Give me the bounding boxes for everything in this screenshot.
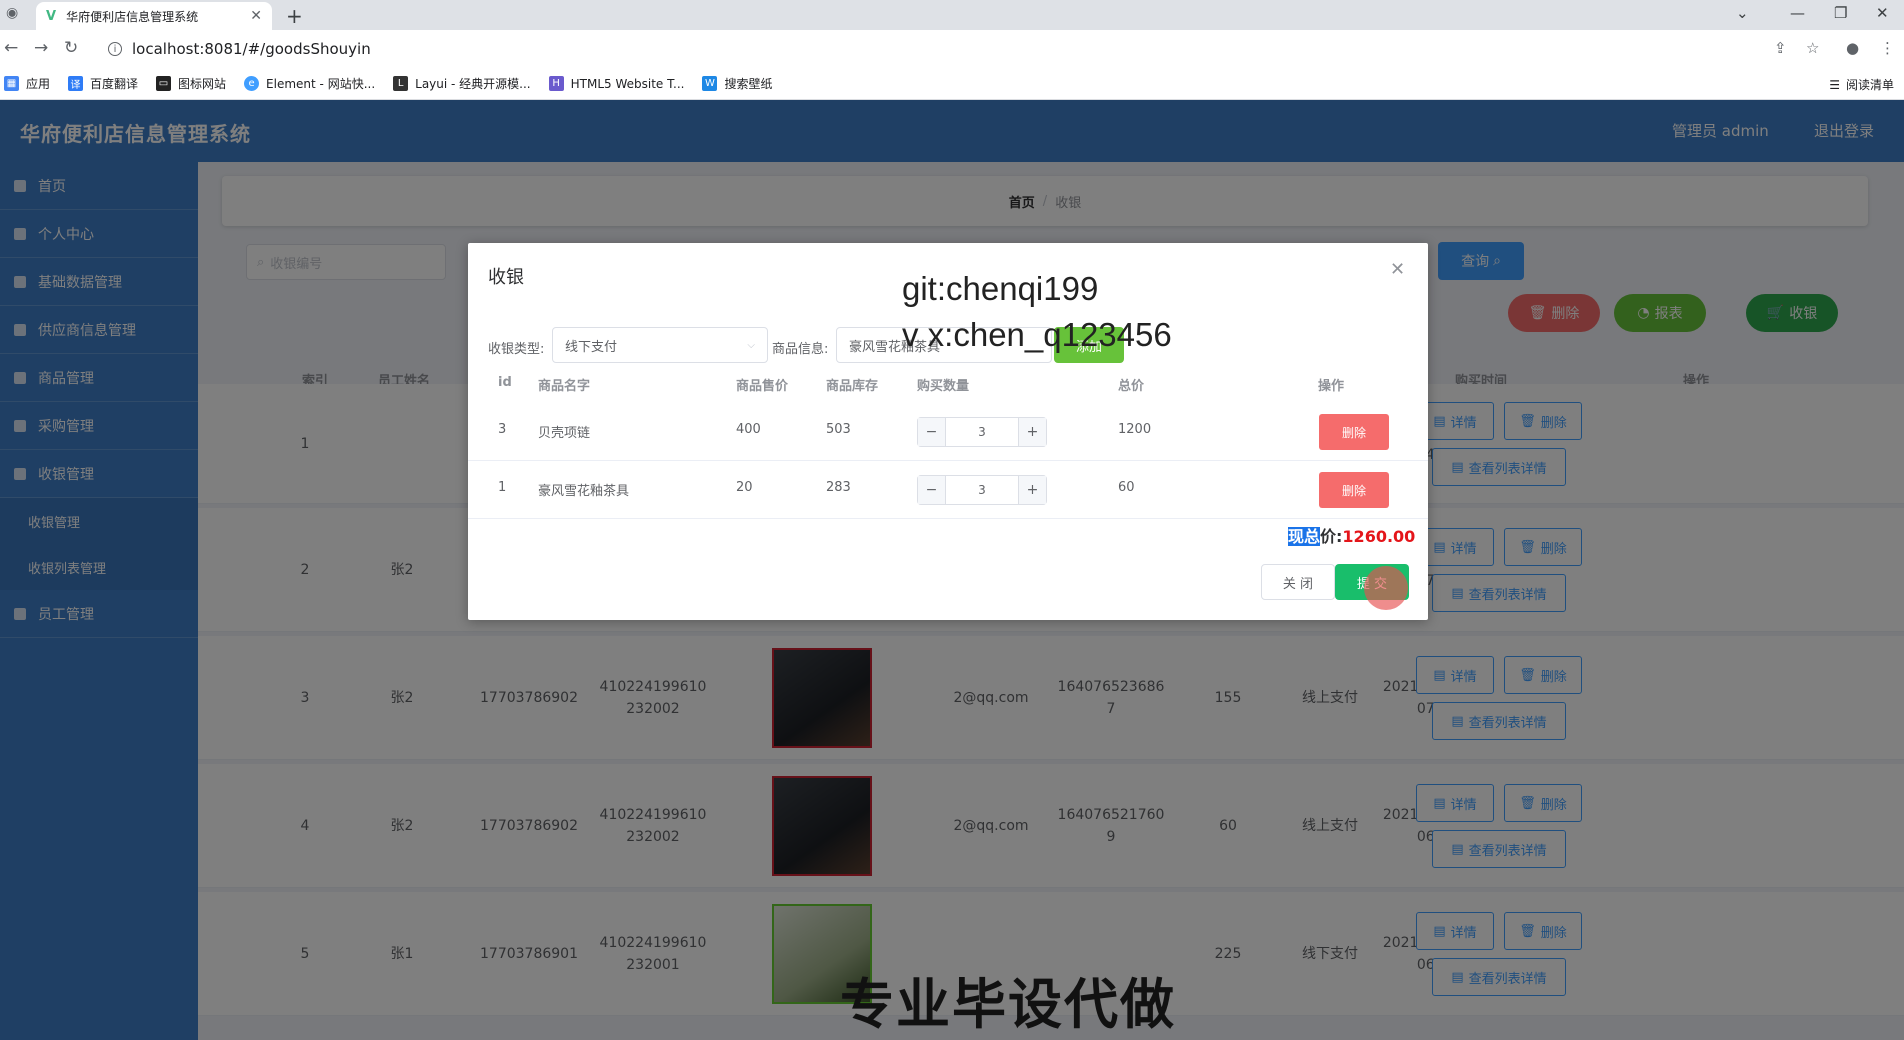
tab-list-chevron-icon[interactable]: ⌄ bbox=[1736, 4, 1749, 22]
share-icon[interactable]: ⇪ bbox=[1774, 39, 1787, 57]
col-price: 商品售价 bbox=[736, 379, 789, 394]
forward-icon[interactable]: → bbox=[34, 38, 48, 58]
bookmark-label: 图标网站 bbox=[178, 77, 227, 91]
remove-item-button[interactable]: 删除 bbox=[1319, 414, 1389, 450]
cart-total: 1200 bbox=[1118, 422, 1152, 437]
browser-tab[interactable]: V 华府便利店信息管理系统 ✕ bbox=[36, 2, 272, 30]
cart-total: 60 bbox=[1118, 480, 1135, 495]
site-info-icon[interactable]: i bbox=[108, 42, 122, 56]
cart-row: 1 豪风雪花釉茶具 20 283 − 3 + 60 删除 bbox=[468, 461, 1428, 519]
bookmark-label: Layui - 经典开源模... bbox=[415, 77, 531, 91]
profile-icon[interactable]: ● bbox=[1846, 39, 1859, 57]
cart-row: 3 贝壳项链 400 503 − 3 + 1200 删除 bbox=[468, 403, 1428, 461]
plus-icon[interactable]: + bbox=[1018, 476, 1046, 504]
icon-site-icon: ▭ bbox=[156, 76, 172, 91]
qty-stepper[interactable]: − 3 + bbox=[917, 475, 1047, 505]
goods-label: 商品信息: bbox=[772, 342, 829, 357]
total-prefix-highlight: 现总 bbox=[1288, 527, 1321, 546]
mouse-cursor-indicator bbox=[1364, 566, 1408, 610]
bookmark-apps[interactable]: ▦ 应用 bbox=[4, 75, 50, 92]
cart-price: 400 bbox=[736, 422, 761, 437]
bookmark-baidu-translate[interactable]: 译百度翻译 bbox=[68, 75, 138, 92]
remove-item-button[interactable]: 删除 bbox=[1319, 472, 1389, 508]
browser-tabstrip: ◉ V 华府便利店信息管理系统 ✕ + ⌄ — ❐ ✕ bbox=[0, 0, 1904, 30]
col-goods-name: 商品名字 bbox=[538, 379, 591, 394]
cart-stock: 283 bbox=[826, 480, 851, 495]
bookmark-label: HTML5 Website T... bbox=[570, 76, 685, 91]
pay-type-label: 收银类型: bbox=[488, 342, 545, 357]
pay-type-value: 线下支付 bbox=[565, 339, 618, 355]
col-stock: 商品库存 bbox=[826, 379, 879, 394]
cart-goods-name: 豪风雪花釉茶具 bbox=[538, 484, 630, 499]
bookmark-star-icon[interactable]: ☆ bbox=[1806, 39, 1819, 57]
address-bar: ← → ↻ i localhost:8081/#/goodsShouyin ⇪ … bbox=[0, 30, 1904, 68]
dialog-title: 收银 bbox=[488, 267, 524, 288]
bookmark-label: Element - 网站快... bbox=[266, 77, 376, 91]
col-id: id bbox=[498, 375, 512, 390]
close-button[interactable]: 关 闭 bbox=[1261, 564, 1335, 600]
dialog-close-icon[interactable]: ✕ bbox=[1390, 259, 1405, 280]
plus-icon[interactable]: + bbox=[1018, 418, 1046, 446]
col-qty: 购买数量 bbox=[917, 379, 970, 394]
cart-id: 3 bbox=[498, 422, 507, 437]
tab-title: 华府便利店信息管理系统 bbox=[66, 9, 199, 24]
back-icon[interactable]: ← bbox=[4, 38, 18, 58]
pay-type-select[interactable]: 线下支付 ⌵ bbox=[552, 327, 768, 363]
apps-grid-icon: ▦ bbox=[4, 76, 19, 91]
cart-price: 20 bbox=[736, 480, 753, 495]
cart-id: 1 bbox=[498, 480, 507, 495]
minus-icon[interactable]: − bbox=[918, 476, 946, 504]
total-amount: 1260.00 bbox=[1342, 527, 1416, 546]
close-tab-icon[interactable]: ✕ bbox=[250, 8, 262, 24]
qty-value[interactable]: 3 bbox=[946, 418, 1018, 446]
reload-icon[interactable]: ↻ bbox=[64, 38, 78, 58]
layui-logo-icon: L bbox=[393, 76, 409, 91]
window-close-icon[interactable]: ✕ bbox=[1876, 4, 1889, 22]
qty-value[interactable]: 3 bbox=[946, 476, 1018, 504]
grand-total: 现总价:1260.00 bbox=[1288, 523, 1415, 547]
new-tab-icon[interactable]: + bbox=[286, 4, 303, 28]
bookmarks-bar: ▦ 应用 译百度翻译 ▭ 图标网站 e Element - 网站快... L Layui… bbox=[0, 68, 1904, 100]
watermark-bottom: 专业毕设代做 bbox=[840, 973, 1176, 1036]
bookmark-wallpaper[interactable]: W 搜索壁纸 bbox=[702, 75, 772, 92]
cart-stock: 503 bbox=[826, 422, 851, 437]
bookmark-layui[interactable]: L Layui - 经典开源模... bbox=[393, 75, 531, 92]
total-prefix: 价: bbox=[1320, 527, 1343, 546]
wallpaper-logo-icon: W bbox=[702, 76, 718, 91]
bookmark-icon-site[interactable]: ▭ 图标网站 bbox=[156, 75, 226, 92]
menu-icon[interactable]: ⋮ bbox=[1880, 39, 1895, 57]
element-logo-icon: e bbox=[244, 76, 260, 91]
chevron-down-icon: ⌵ bbox=[747, 339, 755, 351]
minimize-icon[interactable]: — bbox=[1790, 4, 1805, 22]
bookmark-html5[interactable]: H HTML5 Website T... bbox=[548, 76, 685, 91]
watermark-contact: v x:chen_q123456 bbox=[902, 316, 1172, 353]
reading-list-icon: ☰ bbox=[1829, 77, 1840, 92]
translate-icon: 译 bbox=[68, 76, 84, 91]
minus-icon[interactable]: − bbox=[918, 418, 946, 446]
html5-site-icon: H bbox=[548, 76, 564, 91]
col-ops: 操作 bbox=[1318, 379, 1345, 394]
url-field[interactable]: i localhost:8081/#/goodsShouyin bbox=[96, 34, 1776, 64]
vue-favicon-icon: V bbox=[46, 8, 57, 24]
cart-goods-name: 贝壳项链 bbox=[538, 426, 591, 441]
reading-list-label: 阅读清单 bbox=[1845, 78, 1894, 92]
tab-search-icon[interactable]: ◉ bbox=[6, 5, 18, 21]
cart-table-header: id 商品名字 商品售价 商品库存 购买数量 总价 操作 bbox=[468, 363, 1428, 403]
restore-icon[interactable]: ❐ bbox=[1834, 4, 1847, 22]
col-total: 总价 bbox=[1118, 379, 1145, 394]
bookmark-label: 百度翻译 bbox=[90, 77, 139, 91]
bookmark-element[interactable]: e Element - 网站快... bbox=[244, 75, 375, 92]
watermark-git: git:chenqi199 bbox=[902, 270, 1099, 307]
reading-list[interactable]: ☰ 阅读清单 bbox=[1829, 76, 1894, 93]
qty-stepper[interactable]: − 3 + bbox=[917, 417, 1047, 447]
bookmark-label: 搜索壁纸 bbox=[724, 77, 773, 91]
bookmark-label: 应用 bbox=[26, 77, 51, 91]
url-text: localhost:8081/#/goodsShouyin bbox=[132, 40, 371, 58]
